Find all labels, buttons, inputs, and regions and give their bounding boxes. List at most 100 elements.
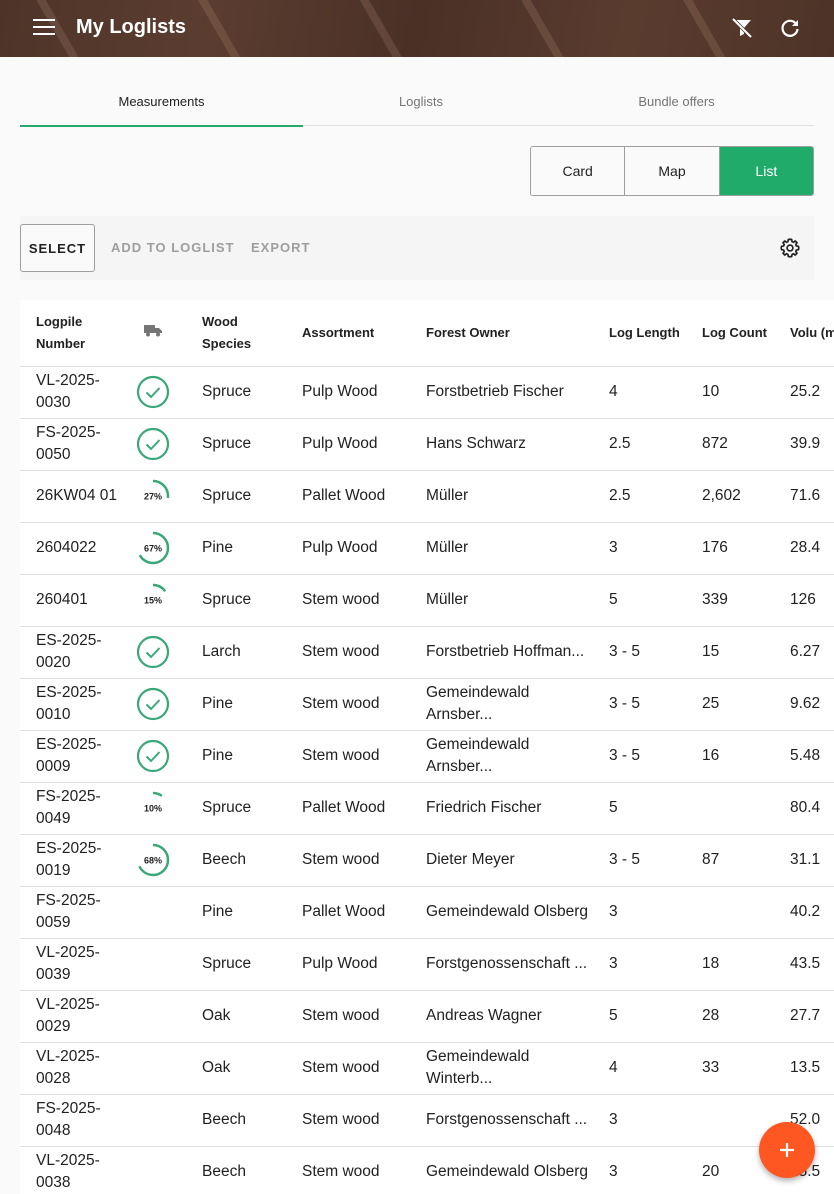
wood-species-cell: Spruce [186, 574, 286, 627]
table-row[interactable]: FS-2025-0050 Spruce Pulp Wood Hans Schwarz 2… [20, 418, 834, 471]
table-row[interactable]: ES-2025-0019 68% Beech Stem wood Dieter Meye… [20, 834, 834, 887]
header-assortment[interactable]: Assortment [286, 300, 410, 367]
progress-percent-label: 27% [144, 492, 162, 502]
progress-percent-label: 10% [144, 804, 162, 814]
progress-percent-label: 15% [144, 596, 162, 606]
wood-species-cell: Spruce [186, 366, 286, 419]
table-row[interactable]: 26KW04 01 27% Spruce Pallet Wood Müller 2.5 2,… [20, 470, 834, 523]
completed-check-icon [136, 739, 170, 773]
view-map-button[interactable]: Map [625, 147, 720, 195]
wood-species-cell: Beech [186, 1094, 286, 1147]
logpile-number-cell: FS-2025-0050 [20, 418, 120, 471]
log-count-cell [686, 782, 774, 835]
volume-cell: 40.2 [774, 886, 834, 939]
logpile-number-cell: VL-2025-0028 [20, 1042, 120, 1095]
table-row[interactable]: ES-2025-0009 Pine Stem wood Gemeindewald Ar… [20, 730, 834, 783]
export-button[interactable]: EXPORT [251, 240, 310, 255]
measurement-status-cell: 27% [120, 470, 186, 523]
log-length-cell: 5 [593, 782, 686, 835]
header-log-length[interactable]: Log Length [593, 300, 686, 367]
measurement-status-cell [120, 1094, 186, 1147]
tab-loglists[interactable]: Loglists [303, 76, 539, 126]
assortment-cell: Stem wood [286, 1146, 410, 1194]
table-row[interactable]: VL-2025-0028 Oak Stem wood Gemeindewald Win… [20, 1042, 834, 1095]
table-row[interactable]: 2604022 67% Pine Pulp Wood Müller 3 176 28.4 [20, 522, 834, 575]
log-count-cell: 28 [686, 990, 774, 1043]
wood-species-cell: Pine [186, 886, 286, 939]
table-row[interactable]: FS-2025-0059 Pine Pallet Wood Gemeindewald … [20, 886, 834, 939]
forest-owner-cell: Gemeindewald Olsberg [410, 886, 593, 939]
wood-species-cell: Spruce [186, 938, 286, 991]
volume-cell: 71.6 [774, 470, 834, 523]
forest-owner-cell: Gemeindewald Winterb... [410, 1042, 593, 1095]
forest-owner-cell: Forstgenossenschaft ... [410, 1094, 593, 1147]
table-row[interactable]: 260401 15% Spruce Stem wood Müller 5 339 126 [20, 574, 834, 627]
volume-cell: 9.62 [774, 678, 834, 731]
view-card-button[interactable]: Card [531, 147, 626, 195]
forest-owner-cell: Andreas Wagner [410, 990, 593, 1043]
wood-species-cell: Beech [186, 834, 286, 887]
forest-owner-cell: Hans Schwarz [410, 418, 593, 471]
forest-owner-cell: Müller [410, 574, 593, 627]
assortment-cell: Stem wood [286, 1042, 410, 1095]
table-row[interactable]: FS-2025-0048 Beech Stem wood Forstgenossens… [20, 1094, 834, 1147]
table-row[interactable]: VL-2025-0029 Oak Stem wood Andreas Wagner 5 2… [20, 990, 834, 1043]
assortment-cell: Pulp Wood [286, 938, 410, 991]
log-count-cell: 176 [686, 522, 774, 575]
header-log-count[interactable]: Log Count [686, 300, 774, 367]
progress-ring: 10% [136, 791, 170, 825]
volume-cell: 31.1 [774, 834, 834, 887]
forest-owner-cell: Forstbetrieb Fischer [410, 366, 593, 419]
table-row[interactable]: ES-2025-0020 Larch Stem wood Forstbetrieb H… [20, 626, 834, 679]
log-length-cell: 3 [593, 938, 686, 991]
volume-cell: 25.2 [774, 366, 834, 419]
table-row[interactable]: FS-2025-0049 10% Spruce Pallet Wood Friedric… [20, 782, 834, 835]
header-wood-species[interactable]: Wood Species [186, 300, 286, 367]
logpile-number-cell: ES-2025-0009 [20, 730, 120, 783]
logpile-number-cell: VL-2025-0030 [20, 366, 120, 419]
header-forest-owner[interactable]: Forest Owner [410, 300, 593, 367]
add-to-loglist-button[interactable]: ADD TO LOGLIST [111, 240, 235, 255]
view-list-button[interactable]: List [719, 147, 813, 195]
table-row[interactable]: VL-2025-0039 Spruce Pulp Wood Forstgenossen… [20, 938, 834, 991]
logpile-number-cell: FS-2025-0059 [20, 886, 120, 939]
log-length-cell: 2.5 [593, 418, 686, 471]
assortment-cell: Pallet Wood [286, 782, 410, 835]
forest-owner-cell: Forstgenossenschaft ... [410, 938, 593, 991]
log-length-cell: 3 - 5 [593, 730, 686, 783]
filter-off-icon[interactable] [730, 16, 754, 40]
add-button[interactable] [759, 1122, 815, 1178]
assortment-cell: Stem wood [286, 678, 410, 731]
forest-owner-cell: Friedrich Fischer [410, 782, 593, 835]
logpile-number-cell: FS-2025-0049 [20, 782, 120, 835]
table-row[interactable]: VL-2025-0038 Beech Stem wood Gemeindewald O… [20, 1146, 834, 1194]
progress-ring: 67% [136, 531, 170, 565]
wood-species-cell: Beech [186, 1146, 286, 1194]
menu-icon[interactable] [33, 19, 55, 37]
header-logpile-number[interactable]: Logpile Number [20, 300, 120, 367]
gear-icon[interactable] [780, 238, 800, 258]
log-length-cell: 3 - 5 [593, 834, 686, 887]
refresh-icon[interactable] [778, 16, 802, 40]
progress-percent-label: 68% [144, 856, 162, 866]
truck-icon[interactable] [120, 300, 186, 367]
header-volume[interactable]: Volu (m³ solic [774, 300, 834, 367]
select-button[interactable]: SELECT [20, 224, 95, 272]
tab-measurements[interactable]: Measurements [20, 76, 303, 127]
wood-species-cell: Spruce [186, 418, 286, 471]
table-row[interactable]: VL-2025-0030 Spruce Pulp Wood Forstbetrieb … [20, 366, 834, 419]
forest-owner-cell: Gemeindewald Arnsber... [410, 730, 593, 783]
tab-bundle-offers[interactable]: Bundle offers [539, 76, 814, 126]
measurement-status-cell [120, 990, 186, 1043]
table-row[interactable]: ES-2025-0010 Pine Stem wood Gemeindewald Ar… [20, 678, 834, 731]
tab-bar: Measurements Loglists Bundle offers [20, 76, 814, 127]
volume-cell: 5.48 [774, 730, 834, 783]
log-length-cell: 2.5 [593, 470, 686, 523]
volume-cell: 43.5 [774, 938, 834, 991]
app-bar: My Loglists [0, 0, 834, 57]
logpile-number-cell: FS-2025-0048 [20, 1094, 120, 1147]
log-count-cell: 16 [686, 730, 774, 783]
volume-cell: 80.4 [774, 782, 834, 835]
log-count-cell: 339 [686, 574, 774, 627]
volume-cell: 27.7 [774, 990, 834, 1043]
